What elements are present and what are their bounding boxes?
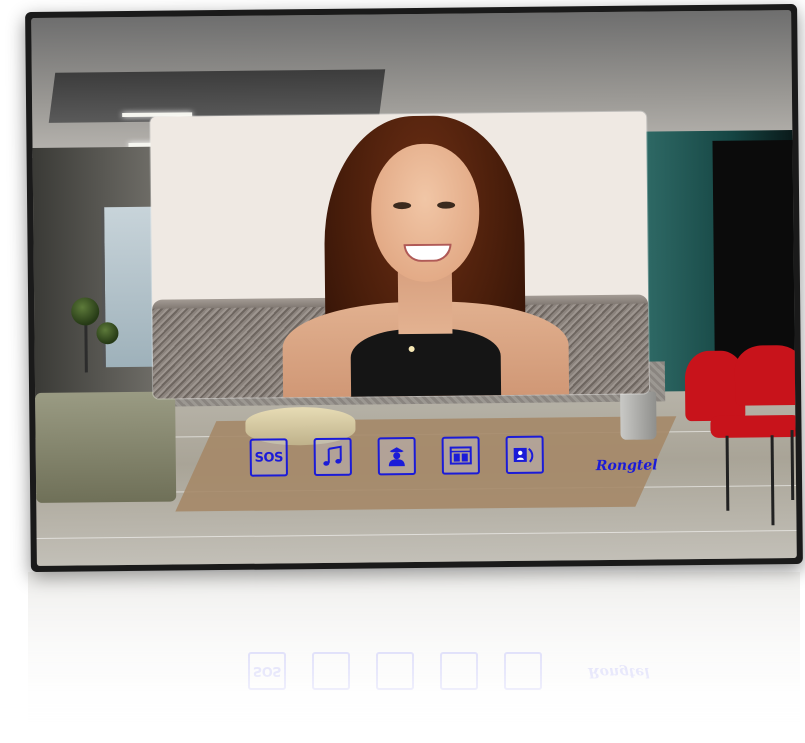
floor-tile-line [36,530,797,539]
music-button[interactable] [313,437,352,477]
caller-person [278,112,571,399]
reflection-sos-button: SOS [248,652,286,690]
monitor-screen: SOS Rongtel [31,10,797,566]
intercom-call-button[interactable] [505,435,544,475]
reflection-guard-button [376,652,414,690]
caller-eye [437,201,456,209]
reflection-brand-logo: Rongtel [588,664,650,680]
red-chair [734,344,797,406]
sos-label: SOS [254,449,283,466]
reflection-music-button [312,652,350,690]
device-reflection: SOS Rongtel [28,572,800,737]
reflection-intercom-button [504,652,542,690]
caller-video-feed [150,111,650,399]
brand-logo: Rongtel [595,457,658,475]
topiary-plant [96,322,119,345]
caller-top [350,328,502,399]
caller-smile [403,243,452,263]
topiary-plant [71,297,100,326]
caller-necklace [408,345,415,353]
plant-stem [84,317,88,373]
security-guard-button[interactable] [377,436,416,476]
door-gate-icon [449,446,472,465]
caller-eye [393,202,412,210]
planter [620,391,657,440]
armchair [35,391,177,503]
red-chair-seat [710,414,797,438]
caller-face [370,143,480,283]
reflection-sos-label: SOS [252,663,282,679]
intercom-call-icon [513,447,534,463]
reflection-gate-button [440,652,478,690]
music-note-icon [323,445,342,466]
video-door-phone-monitor: SOS Rongtel [25,3,803,573]
sos-button[interactable]: SOS [249,438,288,477]
gate-unlock-button[interactable] [441,436,480,475]
security-guard-icon [388,447,405,467]
